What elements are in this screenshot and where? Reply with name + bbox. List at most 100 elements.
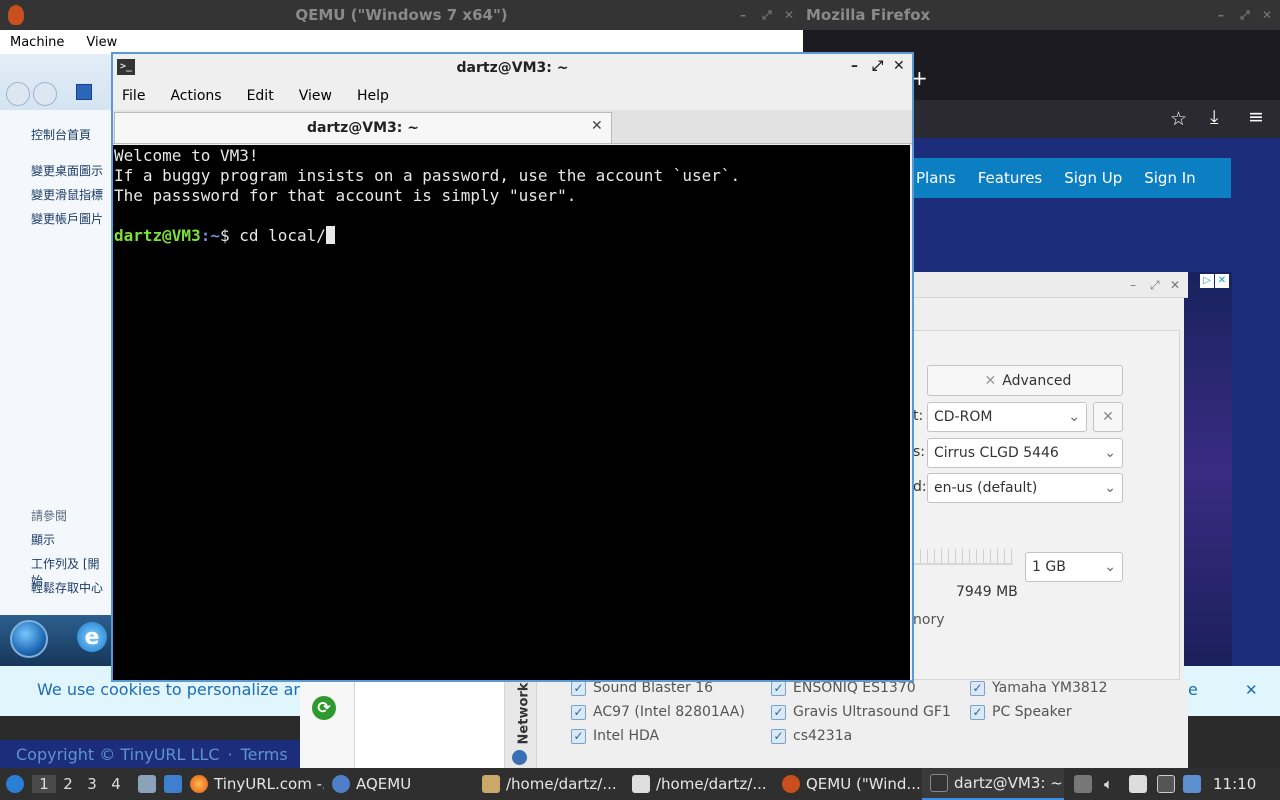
aqemu-dialog-titlebar[interactable]: – ⤢ ✕ <box>912 272 1188 298</box>
internet-explorer-icon[interactable]: e <box>77 622 107 652</box>
aqemu-vm-list[interactable] <box>355 682 505 768</box>
footer-separator: · <box>227 744 233 764</box>
keyboard-layout-select[interactable]: en-us (default) ⌄ <box>927 473 1123 503</box>
cookie-close-icon[interactable]: ✕ <box>1245 681 1258 699</box>
win7-link[interactable]: 變更滑鼠指標 <box>31 186 103 203</box>
minimize-icon[interactable]: – <box>851 58 858 74</box>
chevron-down-icon: ⌄ <box>1104 445 1116 461</box>
close-icon[interactable]: ✕ <box>1262 8 1272 22</box>
menu-edit[interactable]: Edit <box>247 88 274 104</box>
restore-icon[interactable]: ⤢ <box>1150 278 1160 293</box>
prompt-user: dartz@VM3 <box>114 226 201 245</box>
advanced-button[interactable]: ✕ Advanced <box>927 365 1123 396</box>
menu-view[interactable]: View <box>299 88 332 104</box>
terminal-titlebar[interactable]: >_ dartz@VM3: ~ – ⤢ ✕ <box>113 54 912 82</box>
nav-sign-in[interactable]: Sign In <box>1144 169 1195 187</box>
minimize-icon[interactable]: – <box>1130 278 1136 292</box>
win7-start-orb-icon[interactable] <box>10 620 48 658</box>
audio-card-checkbox[interactable]: ✓ Yamaha YM3812 <box>970 680 1108 696</box>
audio-card-label: Intel HDA <box>593 728 660 744</box>
menu-file[interactable]: File <box>122 88 145 104</box>
close-icon[interactable]: ✕ <box>784 8 794 22</box>
workspace-1[interactable]: 1 <box>32 775 56 793</box>
memory-select[interactable]: 1 GB ⌄ <box>1025 552 1123 582</box>
nav-plans[interactable]: Plans <box>916 169 956 187</box>
taskbar-item-editor[interactable]: /home/dartz/... <box>624 768 774 800</box>
workspace-3[interactable]: 3 <box>80 775 104 793</box>
restore-icon[interactable]: ⤢ <box>1240 8 1250 23</box>
audio-card-checkbox[interactable]: ✓ Intel HDA <box>571 728 659 744</box>
network-icon[interactable] <box>1157 775 1176 793</box>
menu-actions[interactable]: Actions <box>170 88 221 104</box>
start-menu-icon[interactable] <box>6 775 24 793</box>
checkbox-check-icon: ✓ <box>970 680 985 696</box>
nav-features[interactable]: Features <box>978 169 1043 187</box>
restore-icon[interactable]: ⤢ <box>872 58 883 74</box>
cookie-text: We use cookies to personalize an <box>37 680 304 699</box>
audio-card-checkbox[interactable]: ✓ Gravis Ultrasound GF1 <box>771 704 951 720</box>
clipboard-icon[interactable] <box>1129 775 1148 793</box>
win7-link[interactable]: 控制台首頁 <box>31 126 91 143</box>
tab-close-icon[interactable]: ✕ <box>591 118 603 134</box>
firefox-window-titlebar[interactable]: Mozilla Firefox – ⤢ ✕ <box>803 0 1280 30</box>
win7-link[interactable]: 變更桌面圖示 <box>31 162 103 179</box>
tools-icon: ✕ <box>1102 409 1114 425</box>
taskbar-item-firefox[interactable]: TinyURL.com -... <box>182 768 324 800</box>
audio-card-checkbox[interactable]: ✓ ENSONIQ ES1370 <box>771 680 916 696</box>
prompt-path: :~ <box>200 226 220 245</box>
qemu-window-titlebar[interactable]: QEMU ("Windows 7 x64") – ⤢ ✕ <box>0 0 803 30</box>
notification-icon[interactable] <box>1183 775 1202 793</box>
desktop-icon[interactable] <box>164 775 182 793</box>
taskbar-item-aqemu[interactable]: AQEMU <box>324 768 474 800</box>
taskbar-item-terminal[interactable]: dartz@VM3: ~ <box>922 768 1064 800</box>
footer-terms-link[interactable]: Terms <box>241 745 288 764</box>
cookie-text-tail: e <box>1188 680 1198 699</box>
back-icon[interactable] <box>6 82 30 106</box>
terminal-tab[interactable]: dartz@VM3: ~ ✕ <box>114 112 612 143</box>
boot-device-select[interactable]: CD-ROM ⌄ <box>927 402 1087 432</box>
page-footer: Copyright © TinyURL LLC · Terms <box>0 740 300 768</box>
qemu-menubar: Machine View <box>0 30 803 54</box>
win7-link[interactable]: 輕鬆存取中心 <box>31 579 103 596</box>
audio-card-checkbox[interactable]: ✓ Sound Blaster 16 <box>571 680 713 696</box>
checkbox-check-icon: ✓ <box>771 680 786 696</box>
workspace-2[interactable]: 2 <box>56 775 80 793</box>
restore-icon[interactable]: ⤢ <box>762 8 772 23</box>
video-card-select[interactable]: Cirrus CLGD 5446 ⌄ <box>927 438 1123 468</box>
volume-icon[interactable]: 🔈︎ <box>1104 775 1113 793</box>
terminal-menubar: File Actions Edit View Help <box>113 82 912 110</box>
menu-hamburger-icon[interactable]: ≡ <box>1248 106 1264 128</box>
audio-card-label: Yamaha YM3812 <box>992 680 1108 696</box>
menu-machine[interactable]: Machine <box>10 35 64 50</box>
download-icon[interactable]: ⤓ <box>1210 106 1218 128</box>
tab-network[interactable]: Network <box>516 683 531 745</box>
minimize-icon[interactable]: – <box>1218 8 1224 22</box>
audio-card-checkbox[interactable]: ✓ PC Speaker <box>970 704 1072 720</box>
bookmark-star-icon[interactable]: ☆ <box>1170 108 1187 130</box>
workspace-4[interactable]: 4 <box>104 775 128 793</box>
task-manager-icon[interactable] <box>1074 775 1092 793</box>
refresh-icon[interactable]: ⟳ <box>312 696 336 720</box>
taskbar-item-qemu[interactable]: QEMU ("Wind... <box>774 768 922 800</box>
terminal-line: Welcome to VM3! <box>114 146 259 165</box>
ad-banner[interactable]: ▷ ✕ <box>1184 272 1232 672</box>
nav-sign-up[interactable]: Sign Up <box>1064 169 1122 187</box>
audio-card-checkbox[interactable]: ✓ AC97 (Intel 82801AA) <box>571 704 745 720</box>
ad-close-icon[interactable]: ✕ <box>1215 274 1229 288</box>
file-manager-icon[interactable] <box>138 775 156 793</box>
taskbar-item-folder[interactable]: /home/dartz/... <box>474 768 624 800</box>
forward-icon[interactable] <box>33 82 57 106</box>
boot-settings-button[interactable]: ✕ <box>1093 402 1123 432</box>
audio-card-checkbox[interactable]: ✓ cs4231a <box>771 728 852 744</box>
memory-slider[interactable] <box>913 549 1013 565</box>
menu-view[interactable]: View <box>86 35 117 50</box>
menu-help[interactable]: Help <box>357 88 389 104</box>
win7-link[interactable]: 變更帳戶圖片 <box>31 210 103 227</box>
terminal-screen[interactable]: Welcome to VM3! If a buggy program insist… <box>113 145 910 680</box>
minimize-icon[interactable]: – <box>740 8 746 22</box>
close-icon[interactable]: ✕ <box>1170 278 1180 292</box>
win7-link[interactable]: 顯示 <box>31 531 55 548</box>
ad-choices-icon[interactable]: ▷ <box>1200 274 1214 288</box>
close-icon[interactable]: ✕ <box>893 58 905 74</box>
video-card-value: Cirrus CLGD 5446 <box>934 445 1059 461</box>
